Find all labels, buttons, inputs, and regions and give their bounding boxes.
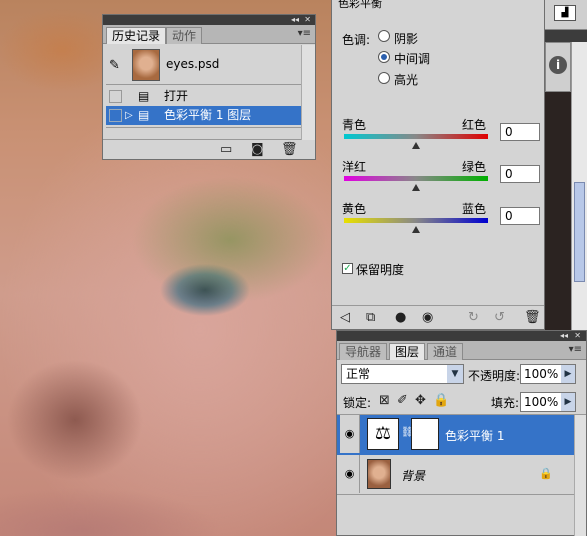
- lock-icon[interactable]: 🔒: [433, 394, 449, 408]
- fill-field[interactable]: 100% ▶: [520, 392, 576, 412]
- snapshot-name: eyes.psd: [166, 57, 220, 71]
- trash-icon[interactable]: 🗑: [524, 311, 541, 325]
- mask-icon: [411, 418, 439, 450]
- history-item-color-balance[interactable]: ▷ ▤ 色彩平衡 1 图层: [106, 106, 301, 125]
- opacity-field[interactable]: 100% ▶: [520, 364, 576, 384]
- image-icon[interactable]: ▟: [554, 5, 576, 21]
- chevron-right-icon[interactable]: ▶: [561, 365, 575, 383]
- vertical-scrollbar[interactable]: [571, 42, 587, 330]
- fill-label: 填充:: [491, 396, 520, 410]
- blend-mode-select[interactable]: 正常 ▼: [341, 364, 464, 384]
- slider-thumb[interactable]: [412, 226, 420, 233]
- layer-name: 色彩平衡 1: [445, 429, 505, 443]
- clip-layer-icon[interactable]: ●: [395, 311, 406, 325]
- trash-icon[interactable]: 🗑: [281, 143, 298, 157]
- slider-right-label: 红色: [462, 118, 487, 132]
- slider-thumb[interactable]: [412, 184, 420, 191]
- lock-position-icon[interactable]: ✥: [415, 394, 426, 408]
- slider-left-label: 黄色: [342, 202, 367, 216]
- radio-shadows-label[interactable]: 阴影: [394, 30, 418, 47]
- color-slider-track[interactable]: [344, 134, 488, 139]
- layer-name: 背景: [401, 469, 426, 483]
- document-icon: ▤: [138, 89, 150, 103]
- radio-midtones[interactable]: [378, 51, 390, 63]
- panel-menu-icon[interactable]: ▾≡: [298, 28, 311, 39]
- lock-icon: 🔒: [539, 467, 553, 480]
- eye-icon[interactable]: ◉: [340, 455, 360, 493]
- history-snapshot[interactable]: ✎ eyes.psd: [106, 47, 301, 85]
- layers-panel: ◂◂ ✕ 导航器 图层 通道 ▾≡ 正常 ▼ 不透明度: 100% ▶ 锁定: ⊠…: [336, 330, 587, 536]
- radio-highlights-label[interactable]: 高光: [394, 71, 418, 88]
- tab-history[interactable]: 历史记录: [106, 27, 167, 44]
- back-arrow-icon[interactable]: ◁: [340, 311, 350, 325]
- tab-actions[interactable]: 动作: [166, 27, 203, 44]
- view-previous-icon[interactable]: ↻: [468, 311, 479, 325]
- lock-label: 锁定:: [343, 396, 372, 410]
- eye-icon[interactable]: ◉: [340, 415, 360, 453]
- tab-layers[interactable]: 图层: [389, 343, 426, 360]
- history-panel: ◂◂ ✕ 历史记录 动作 ▾≡ ✎ eyes.psd ▤ 打开 ▷ ▤ 色彩平衡 …: [102, 14, 316, 160]
- preserve-luminosity-label[interactable]: 保留明度: [356, 261, 404, 278]
- radio-shadows[interactable]: [378, 30, 390, 42]
- color-balance-panel: 色彩平衡 色调: 阴影 中间调 高光 青色 红色 0 洋红 绿色 0 黄色 蓝色 0…: [331, 0, 545, 330]
- right-scroll-strip: ▟ i: [545, 0, 587, 330]
- reset-icon[interactable]: ↺: [494, 311, 505, 325]
- color-slider-track[interactable]: [344, 176, 488, 181]
- opacity-label: 不透明度:: [468, 369, 521, 383]
- history-item-open[interactable]: ▤ 打开: [106, 87, 301, 106]
- history-brush-icon[interactable]: ✎: [109, 58, 120, 73]
- lock-pixels-icon[interactable]: ✐: [397, 394, 408, 408]
- snapshot-thumbnail: [132, 49, 160, 81]
- color-slider-track[interactable]: [344, 218, 488, 223]
- slider-value-field[interactable]: 0: [500, 165, 540, 183]
- history-state-arrow-icon: ▷: [125, 110, 133, 121]
- new-document-icon[interactable]: ▭: [220, 143, 232, 157]
- slider-right-label: 绿色: [462, 160, 487, 174]
- slider-thumb[interactable]: [412, 142, 420, 149]
- tone-label: 色调:: [342, 33, 371, 47]
- preserve-luminosity-checkbox[interactable]: ✓: [342, 263, 353, 274]
- slider-left-label: 青色: [342, 118, 367, 132]
- slider-value-field[interactable]: 0: [500, 207, 540, 225]
- slider-left-label: 洋红: [342, 160, 367, 174]
- chevron-right-icon[interactable]: ▶: [561, 393, 575, 411]
- layer-color-balance[interactable]: ◉ ⚖ ⛓ 色彩平衡 1: [337, 415, 586, 455]
- visibility-eye-icon[interactable]: ◉: [422, 311, 433, 325]
- panel-menu-icon[interactable]: ▾≡: [569, 344, 582, 355]
- radio-highlights[interactable]: [378, 72, 390, 84]
- slider-right-label: 蓝色: [462, 202, 487, 216]
- panel-title: 色彩平衡: [338, 0, 382, 10]
- expand-view-icon[interactable]: ⧉: [366, 311, 375, 325]
- tab-navigator[interactable]: 导航器: [339, 343, 388, 360]
- document-icon: ▤: [138, 108, 150, 122]
- adjustment-icon: ⚖: [367, 418, 399, 450]
- chevron-down-icon[interactable]: ▼: [447, 365, 463, 383]
- background-thumbnail: [367, 459, 391, 489]
- radio-midtones-label[interactable]: 中间调: [394, 50, 430, 67]
- snapshot-icon[interactable]: ◙: [251, 143, 264, 157]
- info-icon[interactable]: i: [549, 56, 567, 74]
- layer-background[interactable]: ◉ 背景 🔒: [337, 455, 586, 495]
- tab-channels[interactable]: 通道: [427, 343, 464, 360]
- slider-value-field[interactable]: 0: [500, 123, 540, 141]
- lock-transparency-icon[interactable]: ⊠: [379, 394, 390, 408]
